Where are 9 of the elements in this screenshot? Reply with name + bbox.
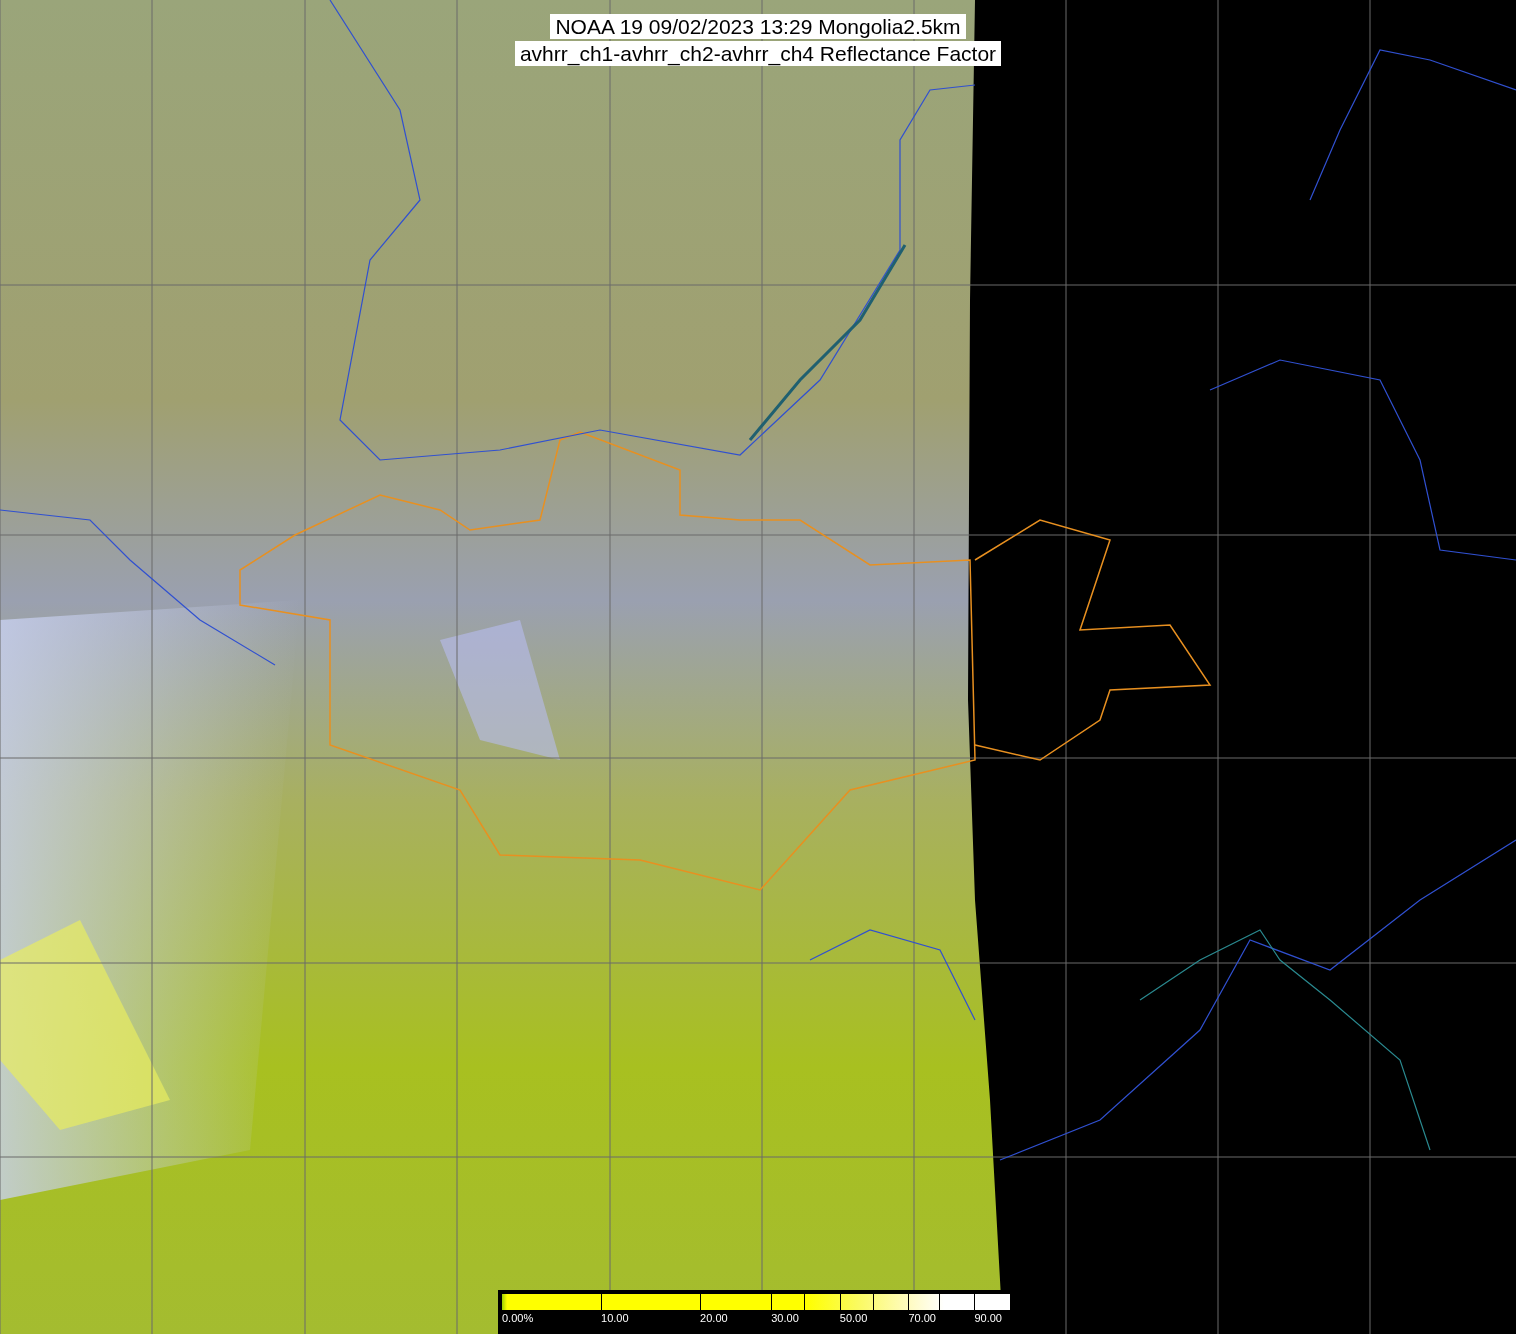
colorbar-label: 10.00 (601, 1312, 629, 1324)
colorbar-label: 0.00% (502, 1312, 534, 1324)
colorbar-label: 50.00 (839, 1312, 868, 1324)
image-title: NOAA 19 09/02/2023 13:29 Mongolia2.5km (550, 14, 966, 39)
colorbar-label: 30.00 (771, 1312, 799, 1324)
colorbar-label: 90.00 (974, 1312, 1002, 1324)
colorbar-label: 20.00 (700, 1312, 728, 1324)
colorbar-label: 70.00 (908, 1312, 936, 1324)
image-title: avhrr_ch1-avhrr_ch2-avhrr_ch4 Reflectance Factor (514, 41, 1002, 66)
